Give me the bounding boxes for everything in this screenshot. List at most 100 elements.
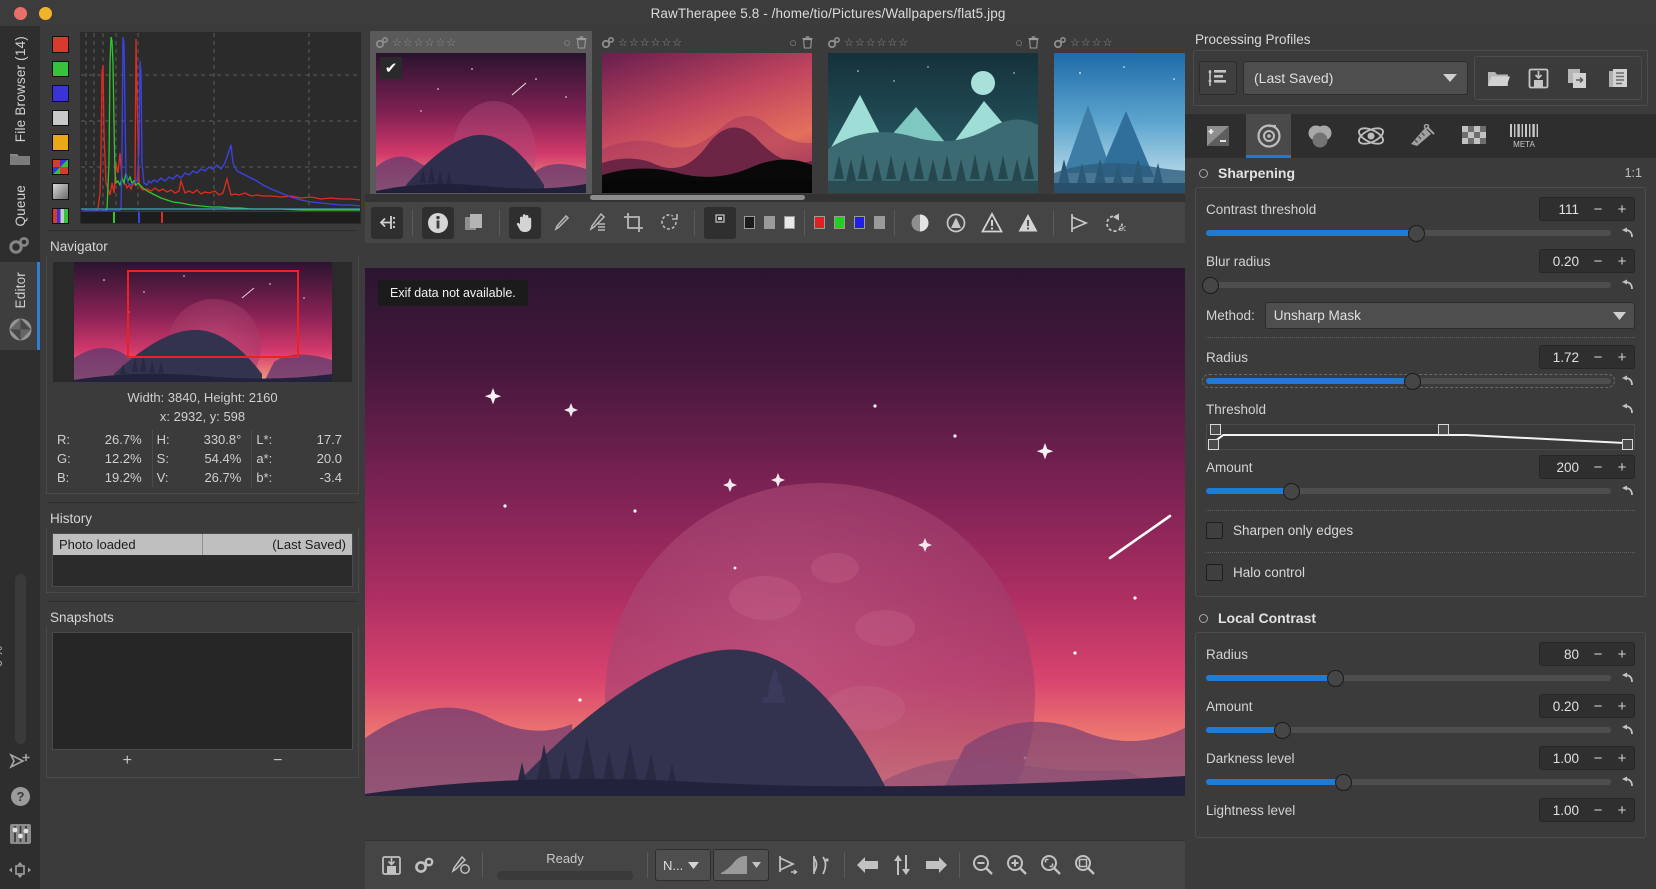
lc-amount-spinner[interactable]: 0.20 − + (1539, 694, 1635, 718)
sharpen-only-edges-checkbox[interactable] (1206, 522, 1223, 539)
put-to-queue-button[interactable] (409, 849, 441, 881)
reset-icon[interactable] (1619, 672, 1635, 684)
color-picker-button[interactable] (581, 207, 613, 239)
increment-button[interactable]: + (1610, 802, 1634, 819)
unrank-icon[interactable]: ○ (789, 35, 797, 50)
profile-list-button[interactable] (1199, 61, 1237, 95)
clip-gray-swatch[interactable] (874, 216, 885, 229)
contrast-threshold-spinner[interactable]: 111 − + (1539, 197, 1635, 221)
clip-blue-swatch[interactable] (854, 216, 865, 229)
paste-profile-button[interactable] (1599, 61, 1637, 95)
tab-advanced[interactable] (1348, 114, 1393, 158)
trash-icon[interactable] (576, 35, 587, 49)
sidebar-item-queue[interactable]: Queue (0, 175, 40, 262)
decrement-button[interactable]: − (1586, 349, 1610, 366)
zoom-out-button[interactable] (967, 849, 999, 881)
bar-display-button[interactable] (51, 207, 69, 224)
show-info-button[interactable] (422, 206, 454, 239)
straighten-tool-button[interactable] (653, 207, 685, 239)
profile-select[interactable]: (Last Saved) (1243, 61, 1468, 95)
sharpen-only-edges-row[interactable]: Sharpen only edges (1206, 517, 1635, 544)
white-balance-picker-button[interactable] (545, 207, 577, 239)
filmstrip-scroll-thumb[interactable] (590, 195, 805, 200)
tab-color[interactable] (1297, 114, 1342, 158)
radius-slider[interactable] (1202, 372, 1615, 390)
threshold-widget[interactable] (1206, 424, 1635, 450)
zoom-crop-button[interactable] (1069, 849, 1101, 881)
preferences-icon[interactable] (9, 823, 32, 845)
red-channel-button[interactable] (51, 36, 69, 53)
lc-darkness-spinner[interactable]: 1.00 − + (1539, 746, 1635, 770)
clip-green-swatch[interactable] (834, 216, 845, 229)
reset-icon[interactable] (1619, 485, 1635, 497)
contrast-threshold-slider[interactable] (1206, 224, 1611, 242)
filmstrip-scrollbar[interactable] (365, 194, 1185, 201)
reset-icon[interactable] (1619, 724, 1635, 736)
lc-amount-slider[interactable] (1206, 721, 1611, 739)
reset-icon[interactable] (1619, 776, 1635, 788)
background-color-button[interactable] (704, 206, 736, 239)
tab-raw[interactable] (1450, 114, 1495, 158)
next-image-button[interactable] (920, 849, 952, 881)
shadow-clipping-button[interactable] (976, 207, 1008, 239)
increment-button[interactable]: + (1610, 459, 1634, 476)
image-preview[interactable]: Exif data not available. (365, 268, 1185, 796)
save-image-button[interactable] (375, 849, 407, 881)
bg-white-swatch[interactable] (784, 216, 795, 229)
histogram-graph[interactable] (80, 32, 361, 224)
luminance-channel-button[interactable] (51, 109, 69, 126)
halo-control-checkbox[interactable] (1206, 564, 1223, 581)
rating-stars[interactable]: ☆☆☆☆☆☆ (618, 36, 683, 49)
radius-spinner[interactable]: 1.72 − + (1539, 345, 1635, 369)
before-after-button[interactable] (458, 207, 490, 239)
increment-button[interactable]: + (1610, 253, 1634, 270)
mode-button[interactable] (51, 183, 69, 200)
lock-profile-button[interactable] (1063, 207, 1095, 239)
raw-channel-button[interactable] (51, 158, 69, 175)
reset-icon[interactable] (1619, 279, 1635, 291)
local-contrast-enable-toggle[interactable] (1199, 613, 1208, 623)
save-profile-button[interactable] (1519, 61, 1557, 95)
lc-lightness-spinner[interactable]: 1.00 − + (1539, 798, 1635, 822)
snapshots-list[interactable] (52, 632, 353, 750)
sharpening-enable-toggle[interactable] (1199, 168, 1208, 178)
bg-gray-swatch[interactable] (764, 216, 775, 229)
rating-stars[interactable]: ☆☆☆☆☆☆ (844, 36, 909, 49)
tab-transform[interactable] (1399, 114, 1444, 158)
increment-button[interactable]: + (1610, 698, 1634, 715)
trash-icon[interactable] (1028, 35, 1039, 49)
halo-control-row[interactable]: Halo control (1206, 559, 1635, 586)
thumbnail-flat5[interactable]: ☆☆☆☆☆☆ ○ ✔ (370, 31, 592, 201)
unrank-icon[interactable]: ○ (1015, 35, 1023, 50)
blur-radius-spinner[interactable]: 0.20 − + (1539, 249, 1635, 273)
move-icon[interactable] (8, 861, 32, 879)
decrement-button[interactable]: − (1586, 253, 1610, 270)
decrement-button[interactable]: − (1586, 802, 1610, 819)
help-icon[interactable]: ? (10, 786, 31, 807)
filmstrip[interactable]: ☆☆☆☆☆☆ ○ ✔ ☆☆☆☆☆☆ ○ ☆☆☆☆☆☆ ○ ☆☆☆☆ (365, 26, 1185, 201)
increment-button[interactable]: + (1610, 646, 1634, 663)
zoom-fit-button[interactable] (1035, 849, 1067, 881)
decrement-button[interactable]: − (1586, 201, 1610, 218)
unrank-icon[interactable]: ○ (563, 35, 571, 50)
threshold-handle-2[interactable] (1208, 439, 1219, 450)
navigator-thumbnail[interactable] (53, 262, 352, 382)
sidebar-item-file-browser[interactable]: File Browser (14) (0, 26, 40, 175)
sharpening-section-header[interactable]: Sharpening 1:1 (1185, 158, 1656, 187)
blur-radius-slider[interactable] (1201, 276, 1611, 294)
rotate-90-button[interactable]: 90° (1099, 207, 1131, 239)
reset-icon[interactable] (1619, 375, 1635, 387)
previous-image-button[interactable] (852, 849, 884, 881)
history-row[interactable]: Photo loaded (Last Saved) (53, 534, 352, 555)
reset-icon[interactable] (1619, 227, 1635, 239)
sidebar-item-editor[interactable]: Editor (0, 261, 40, 351)
thumbnail-teal-peaks[interactable]: ☆☆☆☆☆☆ ○ (822, 31, 1044, 201)
send-to-editor-icon[interactable] (9, 752, 31, 770)
decrement-button[interactable]: − (1586, 698, 1610, 715)
threshold-handle-3[interactable] (1437, 424, 1449, 435)
amount-spinner[interactable]: 200 − + (1539, 455, 1635, 479)
reset-icon[interactable] (1619, 403, 1635, 415)
increment-button[interactable]: + (1610, 349, 1634, 366)
bg-black-swatch[interactable] (744, 216, 755, 229)
copy-profile-button[interactable] (1559, 61, 1597, 95)
